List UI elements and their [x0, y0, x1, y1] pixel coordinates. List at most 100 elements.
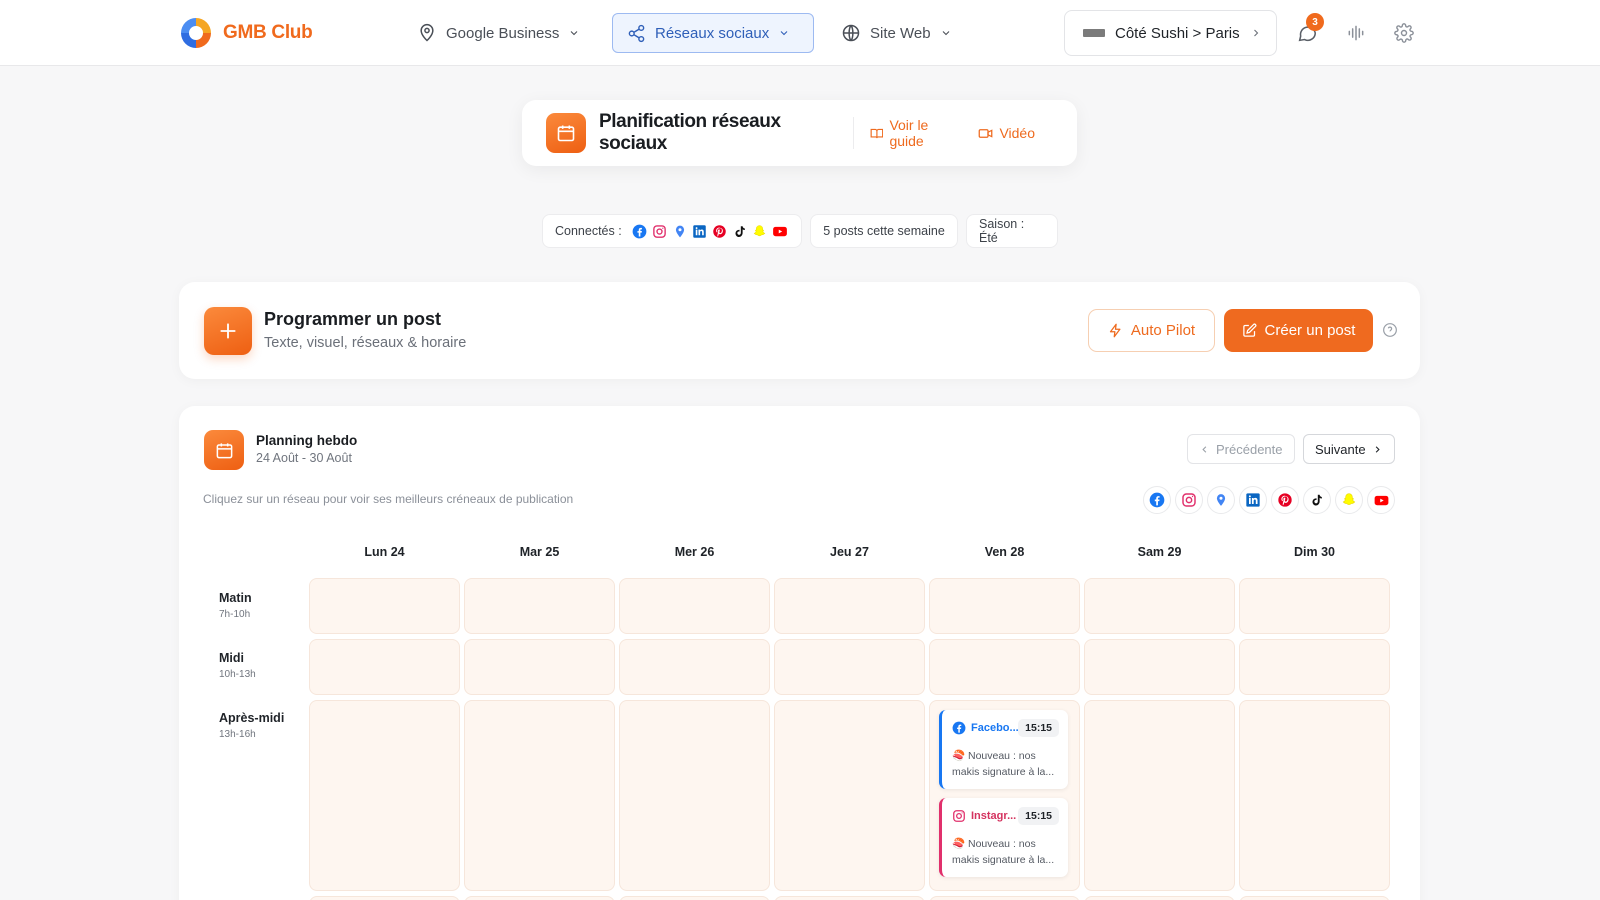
weekly-posts-chip: 5 posts cette semaine — [810, 214, 958, 248]
post-time: 15:15 — [1018, 719, 1059, 737]
calendar-slot[interactable] — [309, 896, 460, 900]
calendar-slot[interactable] — [774, 639, 925, 695]
pinterest-icon — [712, 223, 728, 239]
connected-label: Connectés : — [555, 224, 622, 238]
next-week-button[interactable]: Suivante — [1303, 434, 1395, 464]
calendar-slot[interactable] — [619, 896, 770, 900]
slot-label-afternoon: Après-midi — [219, 711, 285, 725]
nav-website[interactable]: Site Web — [827, 13, 966, 53]
calendar-slot[interactable] — [309, 700, 460, 891]
previous-week-label: Précédente — [1216, 441, 1283, 457]
audio-button[interactable] — [1343, 20, 1369, 46]
calendar-slot[interactable] — [619, 700, 770, 891]
calendar-slot[interactable] — [774, 896, 925, 900]
calendar-slot[interactable] — [619, 578, 770, 634]
filter-youtube[interactable] — [1367, 486, 1395, 514]
calendar-slot[interactable] — [1239, 578, 1390, 634]
settings-button[interactable] — [1391, 20, 1417, 46]
calendar-slot[interactable] — [1239, 700, 1390, 891]
day-header: Ven 28 — [984, 545, 1025, 559]
calendar-slot[interactable] — [1084, 639, 1235, 695]
filter-google-maps[interactable] — [1207, 486, 1235, 514]
help-icon[interactable] — [1382, 322, 1398, 338]
notification-badge: 3 — [1306, 13, 1324, 31]
day-header: Jeu 27 — [830, 545, 869, 559]
planning-hint: Cliquez sur un réseau pour voir ses meil… — [203, 492, 574, 506]
calendar-slot[interactable] — [464, 639, 615, 695]
planning-date-range: 24 Août - 30 Août — [256, 451, 352, 465]
connected-networks-chip: Connectés : — [542, 214, 802, 248]
facebook-icon — [632, 223, 648, 239]
filter-facebook[interactable] — [1143, 486, 1171, 514]
schedule-post-subtitle: Texte, visuel, réseaux & horaire — [264, 335, 467, 351]
video-link[interactable]: Vidéo — [978, 125, 1035, 141]
filter-snapchat[interactable] — [1335, 486, 1363, 514]
nav-google-business[interactable]: Google Business — [403, 13, 594, 53]
calendar-slot[interactable] — [309, 578, 460, 634]
schedule-post-card: Programmer un post Texte, visuel, réseau… — [179, 282, 1420, 379]
business-logo — [1083, 29, 1105, 37]
facebook-icon — [1149, 492, 1165, 508]
create-post-label: Créer un post — [1264, 322, 1356, 339]
calendar-slot[interactable] — [929, 896, 1080, 900]
snapchat-icon — [1342, 493, 1356, 505]
calendar-slot[interactable] — [1239, 639, 1390, 695]
filter-instagram[interactable] — [1175, 486, 1203, 514]
page-title: Planification réseaux sociaux — [599, 111, 781, 154]
google-maps-icon — [672, 223, 688, 239]
calendar-icon — [546, 113, 586, 153]
guide-link-label: Voir le guide — [889, 117, 929, 149]
tiktok-icon — [732, 223, 748, 239]
gmb-club-logo-icon — [181, 18, 211, 48]
chevron-right-icon — [1375, 445, 1380, 453]
chevron-down-icon — [780, 31, 788, 36]
plus-icon — [220, 323, 236, 339]
filter-pinterest[interactable] — [1271, 486, 1299, 514]
linkedin-icon — [1246, 493, 1260, 507]
youtube-icon — [772, 223, 788, 239]
guide-link[interactable]: Voir le guide — [870, 117, 961, 149]
add-post-button[interactable] — [204, 307, 252, 355]
calendar-slot[interactable] — [929, 639, 1080, 695]
snapchat-icon — [752, 223, 768, 239]
day-header: Sam 29 — [1137, 545, 1182, 559]
auto-pilot-button[interactable]: Auto Pilot — [1088, 309, 1215, 352]
pinterest-icon — [1278, 493, 1292, 507]
calendar-slot[interactable] — [464, 578, 615, 634]
calendar-slot[interactable] — [929, 578, 1080, 634]
video-link-label: Vidéo — [999, 125, 1035, 141]
business-selector[interactable]: Côté Sushi > Paris — [1064, 10, 1277, 56]
instagram-icon — [652, 223, 668, 239]
scheduled-post-facebook[interactable]: Facebo... 15:15 🍣 Nouveau : nos makis si… — [939, 710, 1068, 789]
previous-week-button[interactable]: Précédente — [1187, 434, 1295, 464]
video-icon — [979, 128, 993, 138]
gear-icon — [1394, 23, 1414, 43]
filter-linkedin[interactable] — [1239, 486, 1267, 514]
scheduled-post-instagram[interactable]: Instagr... 15:15 🍣 Nouveau : nos makis s… — [939, 798, 1068, 877]
calendar-slot[interactable] — [464, 700, 615, 891]
edit-icon — [1242, 323, 1256, 337]
nav-social-networks[interactable]: Réseaux sociaux — [612, 13, 814, 53]
chevron-left-icon — [1202, 445, 1207, 453]
calendar-slot[interactable] — [309, 639, 460, 695]
calendar-slot[interactable] — [774, 700, 925, 891]
day-header: Mer 26 — [674, 545, 715, 559]
planning-title: Planning hebdo — [256, 433, 358, 448]
calendar-slot[interactable] — [1084, 700, 1235, 891]
book-icon — [870, 128, 883, 138]
post-network-label: Instagr... — [971, 810, 1017, 822]
filter-tiktok[interactable] — [1303, 486, 1331, 514]
calendar-slot[interactable] — [464, 896, 615, 900]
nav-website-label: Site Web — [870, 24, 931, 42]
page-header-card: Planification réseaux sociaux Voir le gu… — [522, 100, 1077, 166]
create-post-button[interactable]: Créer un post — [1224, 309, 1373, 352]
brand-logo[interactable]: GMB Club — [177, 14, 313, 52]
calendar-slot[interactable] — [619, 639, 770, 695]
calendar-slot[interactable] — [1084, 896, 1235, 900]
calendar-slot[interactable] — [774, 578, 925, 634]
auto-pilot-label: Auto Pilot — [1130, 322, 1196, 339]
tiktok-icon — [1312, 494, 1322, 506]
calendar-slot[interactable] — [1239, 896, 1390, 900]
calendar-slot[interactable] — [1084, 578, 1235, 634]
audio-wave-icon — [1348, 25, 1364, 41]
